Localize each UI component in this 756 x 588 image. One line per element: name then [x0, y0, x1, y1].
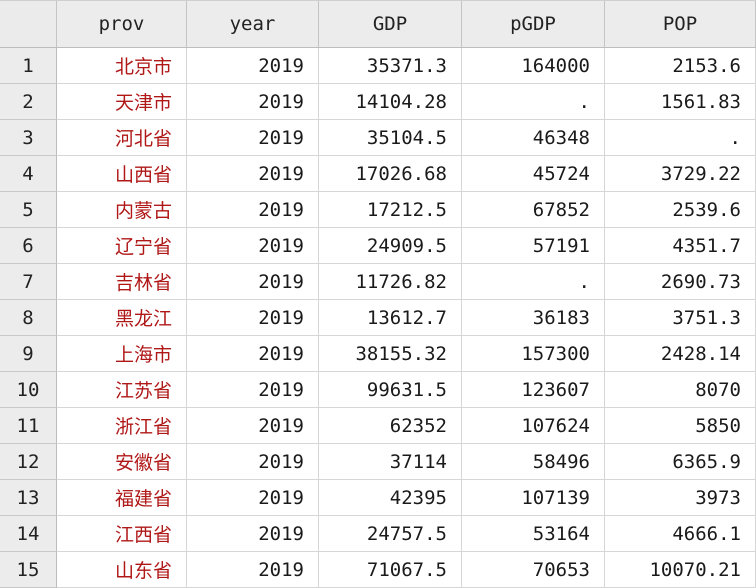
cell-prov[interactable]: 辽宁省: [57, 228, 187, 264]
cell-pop[interactable]: 2428.14: [605, 336, 756, 372]
cell-year[interactable]: 2019: [187, 516, 319, 552]
cell-gdp[interactable]: 35104.5: [319, 120, 462, 156]
cell-pop[interactable]: 2690.73: [605, 264, 756, 300]
column-header-year[interactable]: year: [187, 1, 319, 48]
cell-prov[interactable]: 上海市: [57, 336, 187, 372]
row-number[interactable]: 15: [0, 552, 57, 588]
cell-pgdp[interactable]: 70653: [462, 552, 605, 588]
cell-year[interactable]: 2019: [187, 408, 319, 444]
cell-gdp[interactable]: 17026.68: [319, 156, 462, 192]
row-number[interactable]: 2: [0, 84, 57, 120]
cell-gdp[interactable]: 38155.32: [319, 336, 462, 372]
cell-pop[interactable]: 3729.22: [605, 156, 756, 192]
cell-pop[interactable]: .: [605, 120, 756, 156]
cell-prov[interactable]: 吉林省: [57, 264, 187, 300]
cell-gdp[interactable]: 13612.7: [319, 300, 462, 336]
cell-gdp[interactable]: 62352: [319, 408, 462, 444]
cell-gdp[interactable]: 35371.3: [319, 48, 462, 84]
column-header-prov[interactable]: prov: [57, 1, 187, 48]
row-number[interactable]: 10: [0, 372, 57, 408]
row-number[interactable]: 7: [0, 264, 57, 300]
cell-prov[interactable]: 江苏省: [57, 372, 187, 408]
cell-prov[interactable]: 江西省: [57, 516, 187, 552]
cell-gdp[interactable]: 42395: [319, 480, 462, 516]
cell-pgdp[interactable]: 123607: [462, 372, 605, 408]
cell-pop[interactable]: 6365.9: [605, 444, 756, 480]
cell-prov[interactable]: 安徽省: [57, 444, 187, 480]
cell-prov[interactable]: 山东省: [57, 552, 187, 588]
cell-year[interactable]: 2019: [187, 480, 319, 516]
cell-prov[interactable]: 山西省: [57, 156, 187, 192]
cell-pgdp[interactable]: 164000: [462, 48, 605, 84]
cell-pgdp[interactable]: 57191: [462, 228, 605, 264]
cell-prov[interactable]: 福建省: [57, 480, 187, 516]
data-browser-grid[interactable]: prov year GDP pGDP POP 1 北京市 2019 35371.3 16…: [0, 0, 756, 588]
row-number[interactable]: 14: [0, 516, 57, 552]
cell-year[interactable]: 2019: [187, 156, 319, 192]
cell-year[interactable]: 2019: [187, 372, 319, 408]
cell-gdp[interactable]: 99631.5: [319, 372, 462, 408]
cell-year[interactable]: 2019: [187, 444, 319, 480]
row-number[interactable]: 8: [0, 300, 57, 336]
cell-year[interactable]: 2019: [187, 264, 319, 300]
row-number[interactable]: 4: [0, 156, 57, 192]
row-number[interactable]: 5: [0, 192, 57, 228]
cell-year[interactable]: 2019: [187, 300, 319, 336]
row-number[interactable]: 6: [0, 228, 57, 264]
cell-prov[interactable]: 浙江省: [57, 408, 187, 444]
cell-pop[interactable]: 3973: [605, 480, 756, 516]
cell-gdp[interactable]: 17212.5: [319, 192, 462, 228]
cell-pgdp[interactable]: 157300: [462, 336, 605, 372]
column-header-pgdp[interactable]: pGDP: [462, 1, 605, 48]
cell-year[interactable]: 2019: [187, 48, 319, 84]
column-header-gdp[interactable]: GDP: [319, 1, 462, 48]
cell-pop[interactable]: 1561.83: [605, 84, 756, 120]
cell-pgdp[interactable]: 67852: [462, 192, 605, 228]
cell-year[interactable]: 2019: [187, 120, 319, 156]
cell-pgdp[interactable]: 107624: [462, 408, 605, 444]
cell-pop[interactable]: 4666.1: [605, 516, 756, 552]
row-number[interactable]: 12: [0, 444, 57, 480]
row-number[interactable]: 13: [0, 480, 57, 516]
cell-pop[interactable]: 3751.3: [605, 300, 756, 336]
cell-prov[interactable]: 天津市: [57, 84, 187, 120]
cell-pop[interactable]: 4351.7: [605, 228, 756, 264]
cell-pgdp[interactable]: 53164: [462, 516, 605, 552]
cell-pop[interactable]: 10070.21: [605, 552, 756, 588]
column-header-pop[interactable]: POP: [605, 1, 756, 48]
cell-year[interactable]: 2019: [187, 84, 319, 120]
cell-pgdp[interactable]: 58496: [462, 444, 605, 480]
cell-pgdp[interactable]: 107139: [462, 480, 605, 516]
row-number[interactable]: 3: [0, 120, 57, 156]
cell-pgdp[interactable]: .: [462, 264, 605, 300]
cell-gdp[interactable]: 24757.5: [319, 516, 462, 552]
cell-pgdp[interactable]: 46348: [462, 120, 605, 156]
cell-prov[interactable]: 北京市: [57, 48, 187, 84]
cell-pgdp[interactable]: 45724: [462, 156, 605, 192]
row-number[interactable]: 1: [0, 48, 57, 84]
cell-pop[interactable]: 2153.6: [605, 48, 756, 84]
cell-year[interactable]: 2019: [187, 192, 319, 228]
cell-pop[interactable]: 5850: [605, 408, 756, 444]
cell-pgdp[interactable]: .: [462, 84, 605, 120]
corner-header[interactable]: [0, 1, 57, 48]
cell-gdp[interactable]: 37114: [319, 444, 462, 480]
cell-prov[interactable]: 黑龙江: [57, 300, 187, 336]
cell-pop[interactable]: 2539.6: [605, 192, 756, 228]
cell-prov[interactable]: 河北省: [57, 120, 187, 156]
cell-gdp[interactable]: 24909.5: [319, 228, 462, 264]
row-number[interactable]: 11: [0, 408, 57, 444]
cell-pgdp[interactable]: 36183: [462, 300, 605, 336]
cell-gdp[interactable]: 14104.28: [319, 84, 462, 120]
cell-year[interactable]: 2019: [187, 228, 319, 264]
cell-pop[interactable]: 8070: [605, 372, 756, 408]
cell-prov[interactable]: 内蒙古: [57, 192, 187, 228]
cell-gdp[interactable]: 11726.82: [319, 264, 462, 300]
cell-year[interactable]: 2019: [187, 552, 319, 588]
cell-gdp[interactable]: 71067.5: [319, 552, 462, 588]
cell-year[interactable]: 2019: [187, 336, 319, 372]
row-number[interactable]: 9: [0, 336, 57, 372]
